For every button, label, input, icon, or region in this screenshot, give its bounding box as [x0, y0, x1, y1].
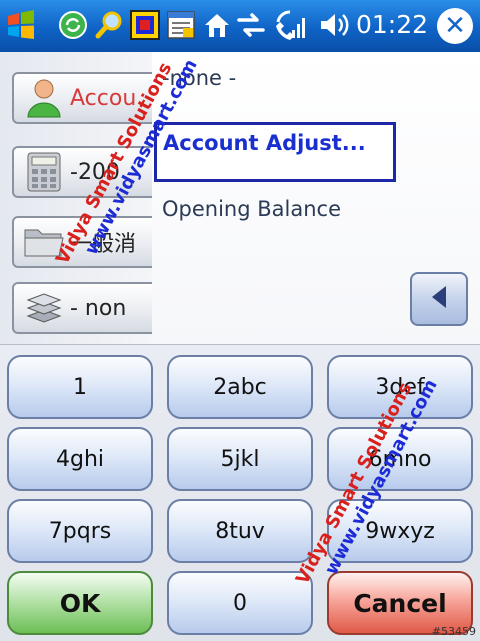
stack-icon: [22, 286, 66, 330]
key-3[interactable]: 3def: [327, 355, 473, 419]
back-button[interactable]: [410, 272, 468, 326]
taskbar: 01:22 ✕: [0, 0, 480, 53]
image-tag: #53459: [431, 625, 476, 638]
category-field-label: 一般消: [70, 232, 137, 257]
window-icon[interactable]: [128, 8, 162, 42]
notes-icon[interactable]: [164, 8, 198, 42]
option-account-adjust[interactable]: Account Adjust...: [154, 122, 396, 182]
option-opening-balance[interactable]: Opening Balance: [162, 197, 341, 221]
account-field-button[interactable]: Accou: [12, 72, 162, 124]
user-icon: [22, 76, 66, 120]
type-field-label: - non: [70, 295, 127, 321]
key-2[interactable]: 2abc: [167, 355, 313, 419]
phone-signal-icon[interactable]: [272, 8, 306, 42]
search-icon[interactable]: [92, 8, 126, 42]
amount-field-label: -200: [70, 159, 120, 185]
type-field-button[interactable]: - non: [12, 282, 162, 334]
key-1[interactable]: 1: [7, 355, 153, 419]
category-field-button[interactable]: 一般消: [12, 216, 162, 268]
key-5[interactable]: 5jkl: [167, 427, 313, 491]
amount-field-button[interactable]: -200: [12, 146, 162, 198]
triangle-left-icon: [429, 284, 449, 314]
close-icon[interactable]: ✕: [437, 8, 473, 44]
account-field-label: Accou: [70, 85, 137, 111]
calculator-icon: [22, 150, 66, 194]
folder-icon: [22, 220, 66, 264]
sync-icon[interactable]: [234, 8, 268, 42]
key-7[interactable]: 7pqrs: [7, 499, 153, 563]
option-none[interactable]: -none -: [162, 66, 236, 90]
key-6[interactable]: 6mno: [327, 427, 473, 491]
keypad: 1 2abc 3def 4ghi 5jkl 6mno 7pqrs 8tuv 9w…: [0, 344, 480, 641]
key-8[interactable]: 8tuv: [167, 499, 313, 563]
field-panel: Accou -200 一般消 - non: [0, 52, 162, 344]
key-9[interactable]: 9wxyz: [327, 499, 473, 563]
home-icon[interactable]: [200, 8, 234, 42]
key-4[interactable]: 4ghi: [7, 427, 153, 491]
refresh-icon[interactable]: [56, 8, 90, 42]
volume-icon[interactable]: [316, 8, 350, 42]
key-0[interactable]: 0: [167, 571, 313, 635]
clock[interactable]: 01:22: [356, 10, 428, 39]
ok-button[interactable]: OK: [7, 571, 153, 635]
windows-start-icon[interactable]: [4, 8, 38, 42]
